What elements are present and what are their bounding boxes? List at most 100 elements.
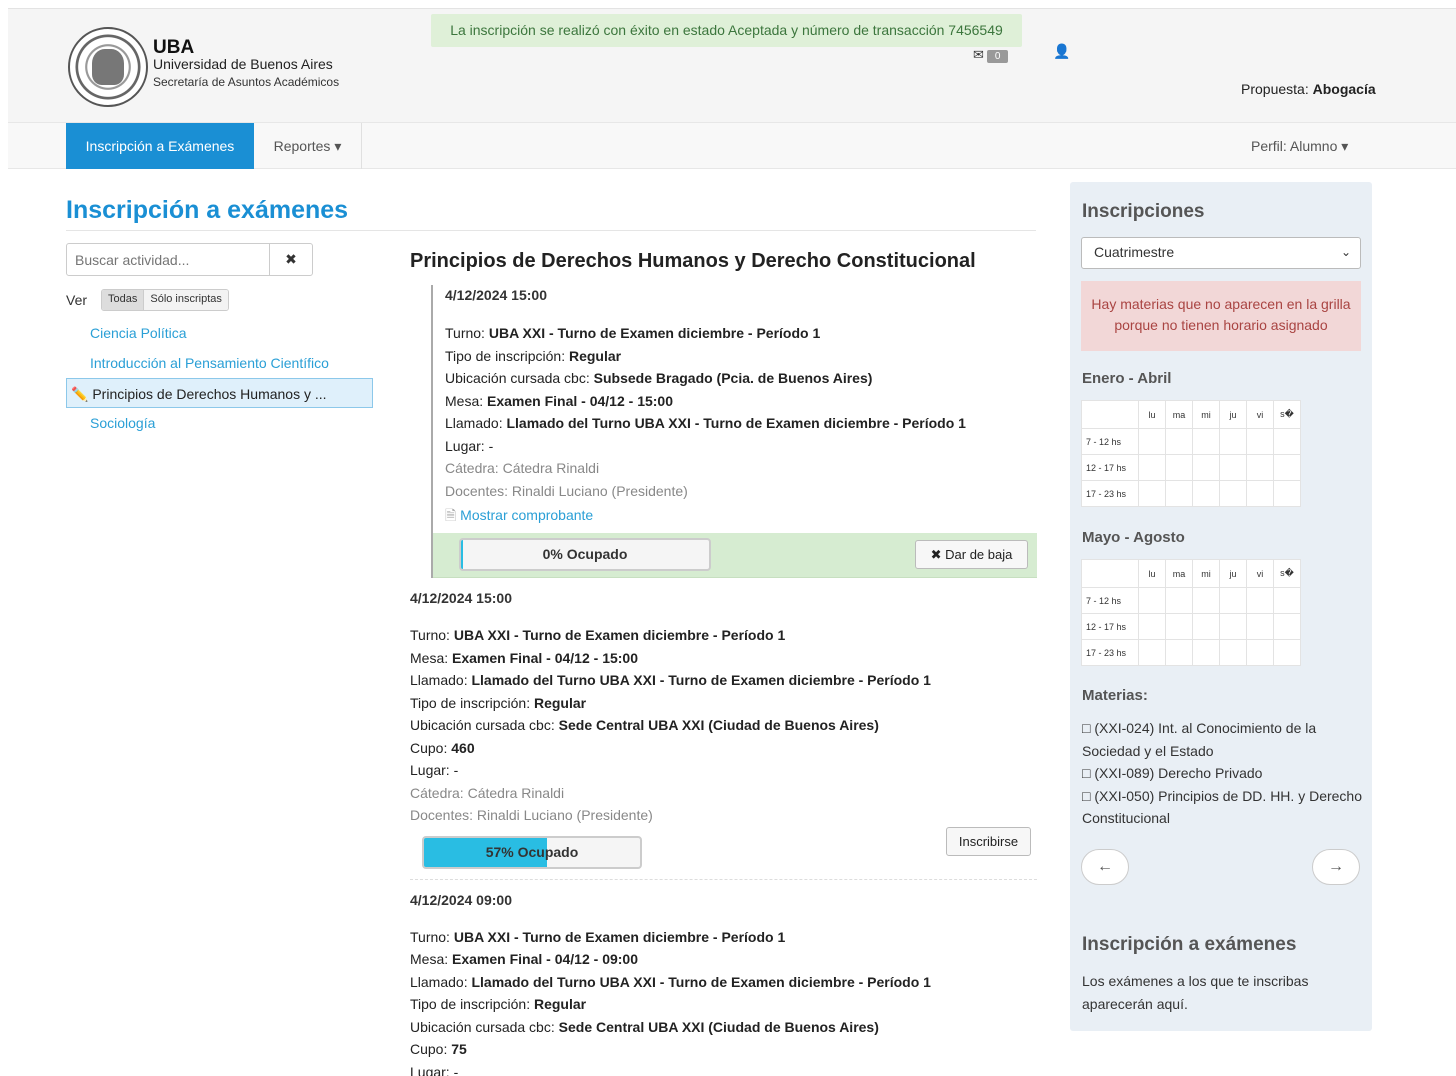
field-value: Examen Final - 04/12 - 15:00 [487, 392, 673, 409]
messages-button[interactable]: ✉ 0 [973, 47, 1009, 63]
grid-corner [1081, 400, 1139, 429]
nav-inscripcion-examenes[interactable]: Inscripción a Exámenes [66, 123, 254, 169]
field-label: Llamado: [410, 672, 468, 688]
exam-date: 4/12/2024 15:00 [445, 287, 547, 303]
grid-day: ma [1165, 400, 1193, 429]
title-divider [66, 230, 1036, 231]
messages-count-badge: 0 [986, 50, 1009, 63]
clear-search-button[interactable]: ✖ [269, 243, 313, 276]
field-label: Cupo: [410, 739, 448, 756]
exam-tipo: Tipo de inscripción: Regular [410, 993, 1037, 1016]
field-label: Llamado: [410, 973, 468, 990]
sidebar-title: Inscripciones [1082, 201, 1205, 222]
grid-day: mi [1192, 559, 1220, 588]
exam-turno: Turno: UBA XXI - Turno de Examen diciemb… [410, 624, 1037, 647]
activity-item[interactable]: Sociología [66, 408, 373, 438]
search-activity-input[interactable] [66, 243, 270, 276]
exam-catedra: Cátedra: Cátedra Rinaldi [410, 784, 565, 801]
exam-lugar: Lugar: - [410, 762, 459, 778]
filter-todas-button[interactable]: Todas [102, 290, 145, 310]
field-value: Sede Central UBA XXI (Ciudad de Buenos A… [558, 1018, 879, 1035]
exam-llamado: Llamado: Llamado del Turno UBA XXI - Tur… [445, 412, 1037, 435]
grid-row-label: 7 - 12 hs [1081, 587, 1139, 614]
square-icon: □ [1082, 787, 1091, 804]
filter-toggle-group: Todas Sólo inscriptas [101, 289, 229, 311]
exam-tipo: Tipo de inscripción: Regular [410, 692, 1037, 715]
user-icon[interactable]: 👤 [1053, 43, 1070, 60]
field-value: 75 [451, 1041, 467, 1057]
materias-list: □ (XXI-024) Int. al Conocimiento de la S… [1082, 717, 1362, 830]
field-value: UBA XXI - Turno de Examen diciembre - Pe… [488, 325, 821, 341]
exams-info-text: Los exámenes a los que te inscribas apar… [1082, 973, 1309, 1012]
brand-subtitle: Universidad de Buenos Aires [153, 56, 333, 72]
inscripciones-sidebar: Inscripciones Cuatrimestre ⌄ Hay materia… [1070, 182, 1372, 1031]
activity-item[interactable]: Ciencia Política [66, 318, 373, 348]
previous-button[interactable]: ← [1081, 849, 1129, 885]
grid-row-label: 7 - 12 hs [1081, 428, 1139, 455]
field-label: Turno: [410, 627, 450, 643]
exam-date: 4/12/2024 09:00 [410, 891, 512, 908]
field-label: Ubicación cursada cbc: [410, 1018, 555, 1035]
grid-day: ju [1219, 559, 1247, 588]
nav-reportes-dropdown[interactable]: Reportes ▾ [254, 123, 362, 169]
field-label: Turno: [445, 325, 485, 341]
period-select[interactable]: Cuatrimestre ⌄ [1081, 237, 1361, 269]
exam-llamado: Llamado: Llamado del Turno UBA XXI - Tur… [410, 669, 1037, 692]
exam-turno: Turno: UBA XXI - Turno de Examen diciemb… [445, 322, 1037, 345]
materia-label: (XXI-089) Derecho Privado [1094, 765, 1263, 781]
brand-subtitle-secondary: Secretaría de Asuntos Académicos [153, 75, 340, 89]
exam-date: 4/12/2024 15:00 [410, 590, 512, 606]
grid-row-label: 12 - 17 hs [1081, 454, 1139, 481]
exam-docentes: Docentes: Rinaldi Luciano (Presidente) [410, 807, 653, 823]
nav-perfil-dropdown[interactable]: Perfil: Alumno ▾ [1251, 123, 1348, 169]
page-title: Inscripción a exámenes [66, 196, 349, 224]
exam-cupo: Cupo: 75 [410, 1038, 1037, 1061]
show-receipt-link[interactable]: 🗎 Mostrar comprobante [445, 502, 1037, 528]
grid-day: s� [1273, 400, 1301, 429]
square-icon: □ [1082, 720, 1091, 736]
field-label: Cupo: [410, 1041, 448, 1057]
field-value: 460 [451, 739, 475, 756]
occupancy-progress: 0% Ocupado [459, 538, 711, 571]
exam-docentes: Docentes: Rinaldi Luciano (Presidente) [445, 482, 688, 499]
field-value: Llamado del Turno UBA XXI - Turno de Exa… [506, 415, 966, 431]
exam-llamado: Llamado: Llamado del Turno UBA XXI - Tur… [410, 971, 1037, 994]
field-value: Regular [533, 996, 587, 1012]
period-heading: Mayo - Agosto [1082, 529, 1185, 546]
grid-day: s� [1273, 559, 1301, 588]
materia-item: □ (XXI-024) Int. al Conocimiento de la S… [1082, 717, 1362, 762]
activity-item-label: Principios de Derechos Humanos y ... [92, 386, 327, 402]
exam-ubicacion: Ubicación cursada cbc: Subsede Bragado (… [445, 367, 1037, 390]
filter-label: Ver [66, 292, 88, 308]
document-icon: 🗎 [445, 507, 457, 523]
inscribirse-button[interactable]: Inscribirse [946, 826, 1031, 856]
field-value: Llamado del Turno UBA XXI - Turno de Exa… [471, 672, 931, 688]
exam-actions: 57% Ocupado Inscribirse [410, 826, 1037, 871]
exam-mesa: Mesa: Examen Final - 04/12 - 09:00 [410, 948, 1037, 971]
exam-ubicacion: Ubicación cursada cbc: Sede Central UBA … [410, 1016, 1037, 1039]
next-button[interactable]: → [1312, 849, 1360, 885]
field-value: Examen Final - 04/12 - 15:00 [452, 649, 638, 666]
occupancy-progress-label: 0% Ocupado [542, 546, 628, 562]
exam-turno: Turno: UBA XXI - Turno de Examen diciemb… [410, 926, 1037, 949]
exam-cupo: Cupo: 460 [410, 737, 1037, 760]
header: UBA Universidad de Buenos Aires Secretar… [8, 8, 1456, 122]
period-heading: Enero - Abril [1082, 370, 1172, 387]
uba-seal-logo [68, 27, 148, 107]
schedule-grid: lu ma mi ju vi s� 7 - 12 hs 12 - 17 hs 1… [1081, 559, 1301, 666]
grid-day: vi [1246, 559, 1274, 588]
exam-list: Principios de Derechos Humanos y Derecho… [410, 250, 1037, 1076]
field-value: Sede Central UBA XXI (Ciudad de Buenos A… [558, 717, 879, 733]
exam-lugar: Lugar: - [445, 437, 494, 454]
field-label: Ubicación cursada cbc: [410, 717, 555, 733]
dar-de-baja-button[interactable]: ✖ Dar de baja [915, 540, 1028, 569]
field-label: Mesa: [410, 951, 449, 967]
materia-item: □ (XXI-089) Derecho Privado [1082, 762, 1362, 785]
filter-solo-inscriptas-button[interactable]: Sólo inscriptas [144, 290, 228, 310]
success-flash-message: La inscripción se realizó con éxito en e… [431, 14, 1022, 47]
field-value: Regular [533, 694, 587, 711]
exam-lugar: Lugar: - [410, 1063, 459, 1076]
activity-item[interactable]: Introducción al Pensamiento Científico [66, 348, 373, 378]
activity-item-selected[interactable]: ✏️ Principios de Derechos Humanos y ... [66, 378, 373, 408]
field-label: Ubicación cursada cbc: [445, 370, 590, 386]
